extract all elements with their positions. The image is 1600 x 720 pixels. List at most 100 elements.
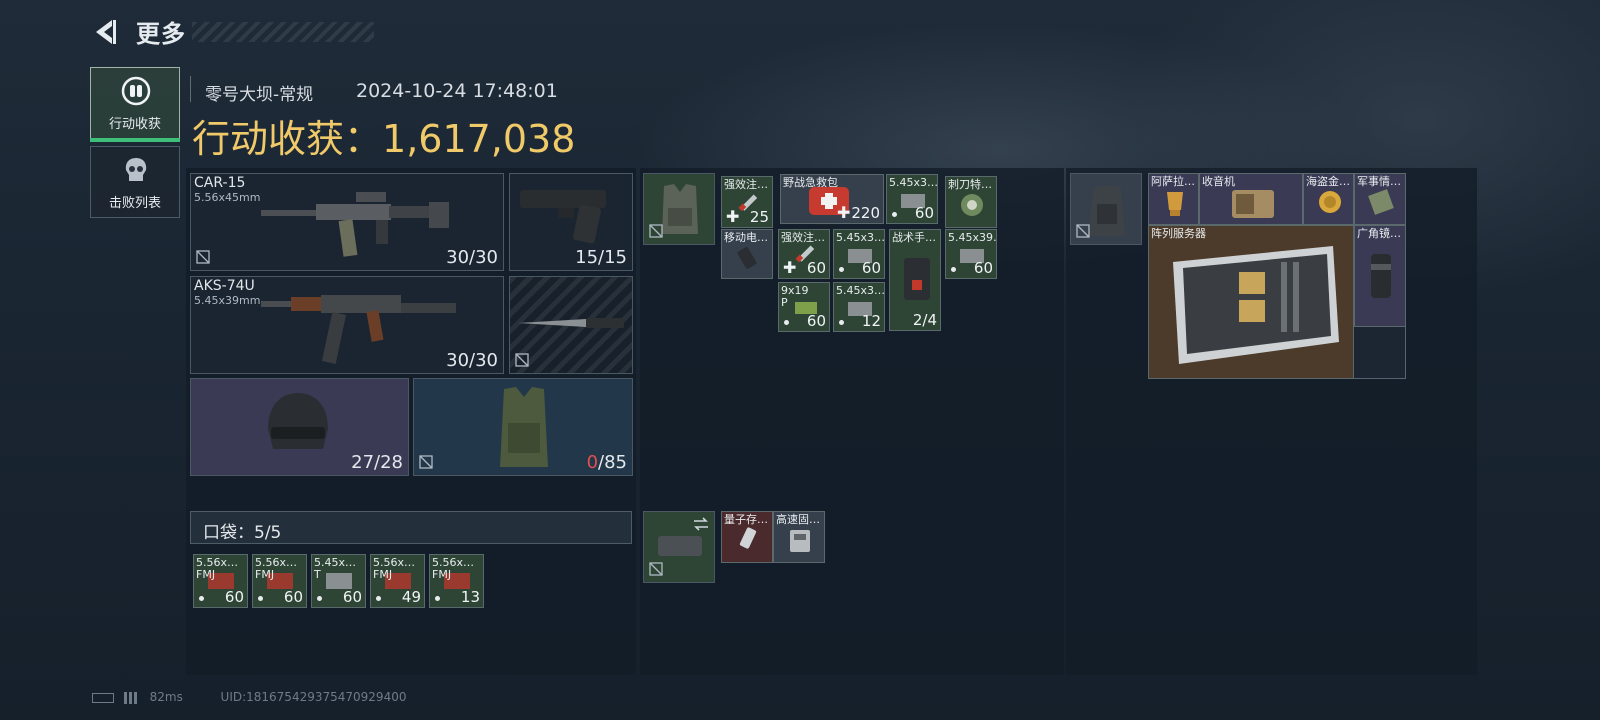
item-subname: FMJ [196,568,216,581]
backpack-item[interactable]: 收音机 [1199,173,1303,225]
item-name: 战术手… [892,231,936,244]
melee-slot[interactable] [509,276,633,374]
unlocked-icon [649,562,663,576]
haul-total: 行动收获：1,617,038 [192,108,575,163]
haul-icon [121,76,151,106]
medical-plus-icon: ✚ [837,203,851,222]
item-count: 2/4 [912,311,937,329]
active-tab-indicator [90,138,180,142]
rig-item[interactable]: 5.45x39… 60 [945,229,997,279]
armor-slot[interactable]: 0/85 [413,378,633,476]
chest-rig-slot[interactable] [643,173,715,245]
rig-item[interactable]: 移动电… [721,229,773,279]
item-name: 5.45x39… [948,231,996,244]
bayonet-badge-icon [961,194,983,216]
primary-weapon-slot[interactable]: CAR-15 5.56x45mm 30/30 [190,173,504,271]
secure-case-slot[interactable] [643,511,715,583]
pistol-slot[interactable]: 15/15 [509,173,633,271]
item-name: 军事情… [1357,175,1401,188]
status-bar: 82ms UID:1816754293754709294​00 [92,690,406,704]
unlocked-icon [419,455,433,469]
item-name: 海盗金… [1306,175,1350,188]
rig-item[interactable]: 5.45x3… 60 [833,229,885,279]
item-count: 13 [460,588,480,606]
primary-weapon-name: CAR-15 [194,175,246,191]
rig-item[interactable]: 强效注… ✚ 60 [778,229,830,279]
ping-value: 82ms [149,690,183,704]
pocket-item[interactable]: 5.56x… FMJ 60 [252,554,307,608]
server-icon [1173,246,1339,364]
haul-label: 行动收获： [192,117,383,161]
rig-item[interactable]: 野战急救包 ✚ 220 [780,174,884,224]
tab-kill-list[interactable]: 击败列表 [90,146,180,218]
helmet-slot[interactable]: 27/28 [190,378,409,476]
medical-plus-icon: ✚ [726,207,740,226]
backpack-item[interactable]: 广角镜… [1354,225,1406,327]
case-item[interactable]: 量子存… [721,511,773,563]
radio-icon [1232,190,1274,218]
backpack-item[interactable]: 阿萨拉… [1148,173,1199,225]
item-subname: T [314,568,321,581]
knife-icon [518,318,624,328]
pocket-item[interactable]: 5.45x… T 60 [311,554,366,608]
power-bank-icon [737,247,757,269]
gold-coin-icon [1319,191,1341,213]
armor-durability-max: /85 [598,452,627,473]
ssd-icon [790,530,810,552]
rig-item[interactable]: 强效注… ✚ 25 [721,176,773,228]
rig-item[interactable]: 战术手… 2/4 [889,229,941,331]
ammo-dot-icon [892,212,897,217]
unlocked-icon [649,224,663,238]
pocket-item[interactable]: 5.56x… FMJ 60 [193,554,248,608]
item-count: 60 [861,259,881,277]
item-count: 60 [914,204,934,222]
rig-item[interactable]: 9x19 P 60 [778,282,830,332]
item-name: 广角镜… [1357,227,1401,240]
backpack-item[interactable]: 军事情… [1354,173,1406,225]
tab-haul-label: 行动收获 [108,117,161,132]
item-count: 49 [401,588,421,606]
swap-icon[interactable] [692,516,710,532]
signal-icon [123,691,140,704]
item-count: 60 [806,312,826,330]
item-count: 60 [224,588,244,606]
item-name: 高速固… [776,513,820,526]
ammo-dot-icon [376,596,381,601]
unlocked-icon [515,353,529,367]
battery-icon [92,692,114,703]
secondary-weapon-name: AKS-74U [194,278,255,294]
armor-durability-current: 0 [586,452,599,473]
item-name: 强效注… [724,178,768,191]
gold-cup-icon [1167,192,1183,216]
pocket-item[interactable]: 5.56x… FMJ 49 [370,554,425,608]
secondary-weapon-slot[interactable]: AKS-74U 5.45x39mm 30/30 [190,276,504,374]
case-item[interactable]: 高速固… [773,511,825,563]
page-title: 更多 [136,20,186,48]
item-name: 阿萨拉… [1151,175,1195,188]
rig-item[interactable]: 5.45x3… 60 [886,174,938,224]
ammo-dot-icon [951,267,956,272]
pocket-label: 口袋：5/5 [203,523,282,543]
item-name: 5.45x3… [836,231,885,244]
backpack-slot[interactable] [1070,173,1142,245]
tab-kill-list-label: 击败列表 [108,196,161,211]
camera-lens-icon [1371,254,1391,298]
pistol-icon [520,190,606,244]
title-decoration [192,22,374,42]
item-name: 量子存… [724,513,768,526]
pocket-item[interactable]: 5.56x… FMJ 13 [429,554,484,608]
backpack-item[interactable]: 海盗金… [1303,173,1354,225]
haul-value: 1,617,038 [382,117,576,161]
secondary-weapon-caliber: 5.45x39mm [194,294,261,307]
tactical-medkit-icon [904,258,930,300]
back-arrow-icon[interactable] [90,16,122,48]
rig-item[interactable]: 5.45x3… 12 [833,282,885,332]
match-datetime: 2024-10-24 17:48:01 [356,80,558,102]
backpack-icon [1089,185,1125,236]
rig-item[interactable]: 刺刀特… [945,176,997,228]
item-name: 移动电… [724,231,768,244]
backpack-item[interactable]: 阵列服务器 [1148,225,1354,379]
chest-rig-icon [662,184,698,234]
item-name: 阵列服务器 [1151,227,1206,240]
tab-haul[interactable]: 行动收获 [90,67,180,142]
